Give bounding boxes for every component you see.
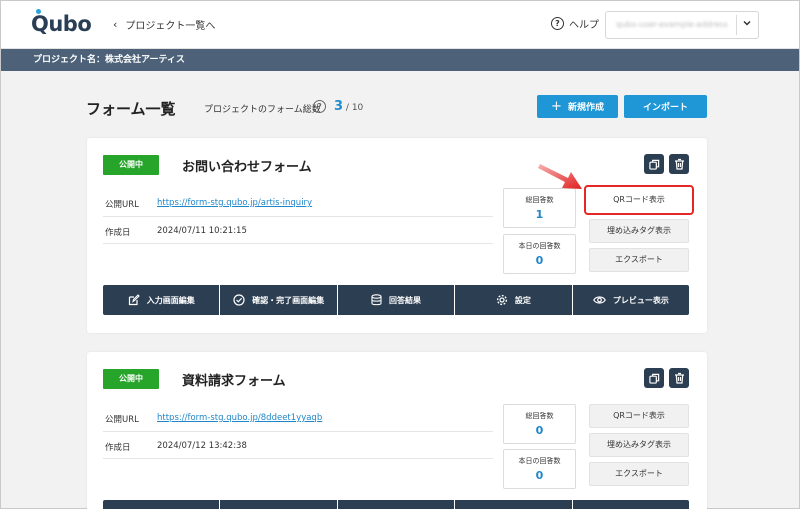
form-url-link[interactable]: https://form-stg.qubo.jp/artis-inquiry	[157, 198, 312, 208]
total-responses-label: 総回答数	[525, 412, 554, 420]
export-button[interactable]: エクスポート	[589, 248, 689, 272]
row-divider	[103, 458, 493, 459]
qr-code-button[interactable]: QRコード表示	[589, 404, 689, 428]
embed-tag-button[interactable]: 埋め込みタグ表示	[589, 433, 689, 457]
created-label: 作成日	[105, 228, 131, 238]
edit-icon	[128, 294, 140, 306]
settings-button[interactable]	[455, 500, 572, 509]
total-responses-box: 総回答数 0	[503, 404, 576, 444]
preview-button[interactable]: プレビュー表示	[572, 285, 690, 315]
import-label: インポート	[642, 103, 688, 113]
preview-button[interactable]	[572, 500, 690, 509]
copy-icon[interactable]	[644, 154, 664, 174]
project-name-bar: プロジェクト名：株式会社アーティス	[1, 49, 799, 71]
form-url-link[interactable]: https://form-stg.qubo.jp/8ddeet1yyaqb	[157, 413, 322, 423]
help-link[interactable]: ? ヘルプ	[551, 16, 599, 31]
total-responses-box: 総回答数 1	[503, 188, 576, 228]
form-count-max: 10	[351, 103, 364, 113]
edit-input-label: 入力画面編集	[146, 295, 195, 305]
form-card: 公開中 資料請求フォーム 公開URL https://form-stg.qubo…	[87, 352, 707, 509]
today-responses-box: 本日の回答数 0	[503, 234, 576, 274]
form-name: お問い合わせフォーム	[182, 160, 312, 175]
help-icon: ?	[551, 17, 564, 30]
check-circle-icon	[233, 294, 245, 306]
responses-label: 回答結果	[389, 295, 422, 305]
embed-tag-button[interactable]: 埋め込みタグ表示	[589, 219, 689, 243]
form-count-value: 3	[334, 99, 344, 114]
total-responses-value: 1	[535, 208, 544, 221]
edit-confirm-screen-button[interactable]: 確認・完了画面編集	[220, 285, 337, 315]
chevron-left-icon: ‹	[113, 18, 118, 31]
database-icon	[371, 294, 382, 306]
qr-code-button[interactable]: QRコード表示	[584, 185, 694, 215]
responses-button[interactable]	[337, 500, 455, 509]
trash-icon[interactable]	[669, 368, 689, 388]
total-responses-label: 総回答数	[525, 196, 554, 204]
today-responses-box: 本日の回答数 0	[503, 449, 576, 489]
export-button[interactable]: エクスポート	[589, 462, 689, 486]
account-email: qubo-user-example-address	[616, 20, 728, 29]
account-divider	[736, 15, 737, 35]
row-divider	[103, 243, 493, 244]
gear-icon	[496, 294, 508, 306]
today-responses-value: 0	[535, 469, 544, 482]
edit-input-screen-button[interactable]: 入力画面編集	[103, 285, 220, 315]
created-date: 2024/07/12 13:42:38	[157, 441, 247, 451]
back-link-label: プロジェクト一覧へ	[125, 21, 216, 32]
responses-button[interactable]: 回答結果	[337, 285, 455, 315]
form-card: 公開中 お問い合わせフォーム 公開URL https://form-stg.qu…	[87, 138, 707, 333]
top-header: Qubo ‹ プロジェクト一覧へ ? ヘルプ qubo-user-example…	[1, 1, 799, 49]
url-label: 公開URL	[105, 200, 139, 210]
form-count: 3 / 10	[334, 99, 363, 114]
edit-input-screen-button[interactable]	[103, 500, 220, 509]
trash-icon[interactable]	[669, 154, 689, 174]
url-label: 公開URL	[105, 415, 139, 425]
status-badge: 公開中	[103, 369, 159, 389]
settings-button[interactable]: 設定	[455, 285, 572, 315]
copy-icon[interactable]	[644, 368, 664, 388]
edit-confirm-screen-button[interactable]	[220, 500, 337, 509]
created-date: 2024/07/11 10:21:15	[157, 226, 247, 236]
help-label: ヘルプ	[569, 20, 599, 31]
today-responses-value: 0	[535, 254, 544, 267]
form-action-bar: 入力画面編集 確認・完了画面編集 回答結果 設定 プレビュー表示	[103, 285, 690, 315]
form-name: 資料請求フォーム	[182, 374, 286, 389]
edit-confirm-label: 確認・完了画面編集	[252, 295, 325, 305]
account-dropdown[interactable]: qubo-user-example-address	[605, 11, 759, 39]
row-divider	[103, 431, 493, 432]
settings-label: 設定	[514, 295, 531, 305]
form-count-separator: /	[343, 103, 352, 113]
status-badge: 公開中	[103, 155, 159, 175]
new-form-button[interactable]: + 新規作成	[537, 95, 618, 118]
import-button[interactable]: インポート	[624, 95, 707, 118]
total-responses-value: 0	[535, 424, 544, 437]
form-total-label: プロジェクトのフォーム総数	[204, 105, 321, 115]
qubo-logo[interactable]: Qubo	[31, 12, 92, 36]
preview-label: プレビュー表示	[612, 295, 669, 305]
today-responses-label: 本日の回答数	[518, 242, 561, 250]
chevron-down-icon	[742, 18, 752, 31]
row-divider	[103, 216, 493, 217]
new-form-label: 新規作成	[567, 103, 604, 113]
today-responses-label: 本日の回答数	[518, 457, 561, 465]
plus-icon: +	[551, 99, 562, 114]
back-to-projects-link[interactable]: ‹ プロジェクト一覧へ	[113, 17, 215, 32]
eye-icon	[592, 296, 606, 304]
form-action-bar	[103, 500, 690, 509]
red-arrow-icon	[538, 164, 582, 189]
created-label: 作成日	[105, 443, 131, 453]
page-title: フォーム一覧	[86, 100, 176, 118]
question-icon[interactable]: ?	[313, 100, 326, 113]
